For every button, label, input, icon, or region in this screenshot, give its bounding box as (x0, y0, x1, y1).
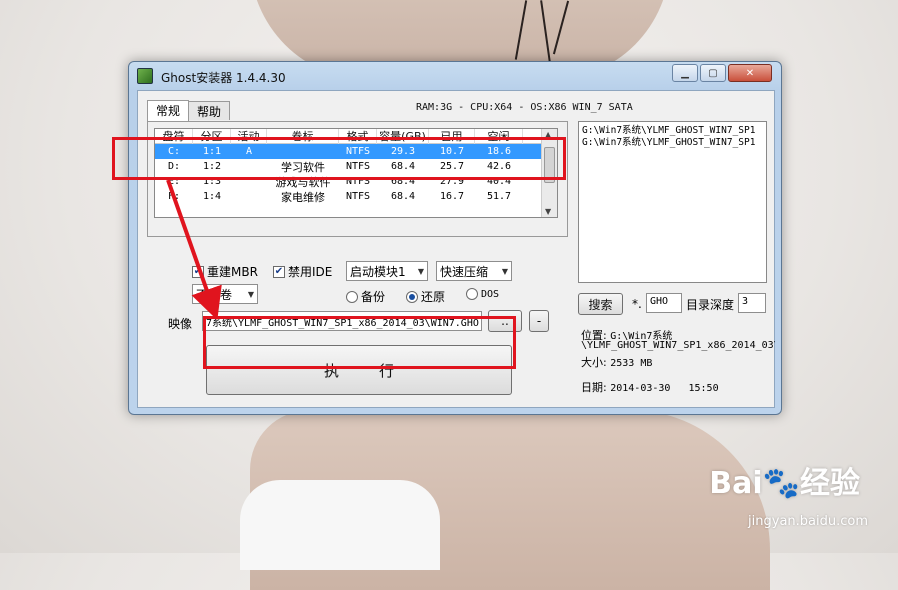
close-button[interactable]: ✕ (728, 64, 772, 82)
radio-selected-icon[interactable] (406, 290, 418, 303)
depth-label: 目录深度 (686, 298, 735, 312)
baidu-watermark: Bai🐾经验 (709, 458, 860, 502)
list-item[interactable]: G:\Win7系统\YLMF_GHOST_WIN7_SP1 (582, 137, 763, 149)
remove-button[interactable]: - (529, 310, 549, 332)
annotation-highlight-execute (203, 316, 516, 369)
chevron-down-icon: ▼ (501, 266, 508, 276)
watermark-url: jingyan.baidu.com (748, 514, 868, 529)
tab-strip: 常规 帮助 (147, 100, 231, 121)
chevron-down-icon: ▼ (247, 289, 254, 299)
annotation-highlight-partition (112, 137, 566, 180)
disable-ide-checkbox[interactable]: ✔ 禁用IDE (273, 263, 332, 280)
dos-label: DOS (481, 288, 500, 300)
minimize-button[interactable]: ▁ (672, 64, 698, 82)
paw-icon: 🐾 (762, 466, 800, 501)
title-bar[interactable]: Ghost安装器 1.4.4.30 ▁ ▢ ✕ (129, 62, 781, 90)
list-item[interactable]: G:\Win7系统\YLMF_GHOST_WIN7_SP1 (582, 125, 763, 137)
size-label: 大小: (581, 356, 607, 369)
app-icon (137, 68, 153, 84)
size-value: 2533 MB (610, 358, 653, 369)
dos-radio[interactable]: DOS (466, 288, 499, 300)
cell-capacity: 68.4 (390, 191, 416, 202)
restore-radio[interactable]: 还原 (406, 288, 445, 305)
system-info: RAM:3G - CPU:X64 - OS:X86 WIN_7 SATA (416, 102, 633, 113)
date-label: 日期: (581, 381, 607, 394)
window-title: Ghost安装器 1.4.4.30 (161, 71, 286, 85)
tab-general[interactable]: 常规 (147, 100, 190, 121)
radio-icon[interactable] (466, 288, 478, 300)
extension-input[interactable]: GHO (646, 293, 682, 313)
chevron-down-icon: ▼ (417, 266, 424, 276)
size-info: 大小: 2533 MB (581, 354, 652, 370)
boot-module-value: 启动模块1 (350, 264, 406, 279)
tab-help[interactable]: 帮助 (188, 101, 231, 120)
boot-module-select[interactable]: 启动模块1 ▼ (346, 261, 428, 281)
date-value: 2014-03-30 15:50 (610, 383, 719, 394)
backup-label: 备份 (361, 290, 386, 304)
maximize-button[interactable]: ▢ (700, 64, 726, 82)
ext-prefix: *. (632, 297, 642, 311)
radio-icon[interactable] (346, 290, 358, 303)
compression-select[interactable]: 快速压缩 ▼ (436, 261, 512, 281)
watermark-brand: Bai (709, 466, 763, 501)
cell-used: 16.7 (439, 191, 465, 202)
cell-label: 家电维修 (281, 190, 325, 204)
location-value-line2: \YLMF_GHOST_WIN7_SP1_x86_2014_03\ (581, 340, 775, 351)
cell-format: NTFS (345, 191, 371, 202)
search-button[interactable]: 搜索 (578, 293, 623, 315)
depth-input[interactable]: 3 (738, 293, 766, 313)
scroll-down-icon[interactable]: ▼ (545, 207, 551, 216)
background-photo-shirt (240, 480, 440, 570)
cell-free: 51.7 (486, 191, 512, 202)
watermark-brand2: 经验 (800, 466, 860, 501)
disable-ide-label: 禁用IDE (288, 265, 333, 279)
date-info: 日期: 2014-03-30 15:50 (581, 379, 719, 395)
image-file-list[interactable]: G:\Win7系统\YLMF_GHOST_WIN7_SP1 G:\Win7系统\… (578, 121, 767, 283)
checkmark-icon[interactable]: ✔ (273, 265, 285, 278)
compression-value: 快速压缩 (440, 264, 489, 279)
annotation-arrow-icon (166, 179, 222, 321)
backup-radio[interactable]: 备份 (346, 288, 385, 305)
restore-label: 还原 (421, 290, 446, 304)
